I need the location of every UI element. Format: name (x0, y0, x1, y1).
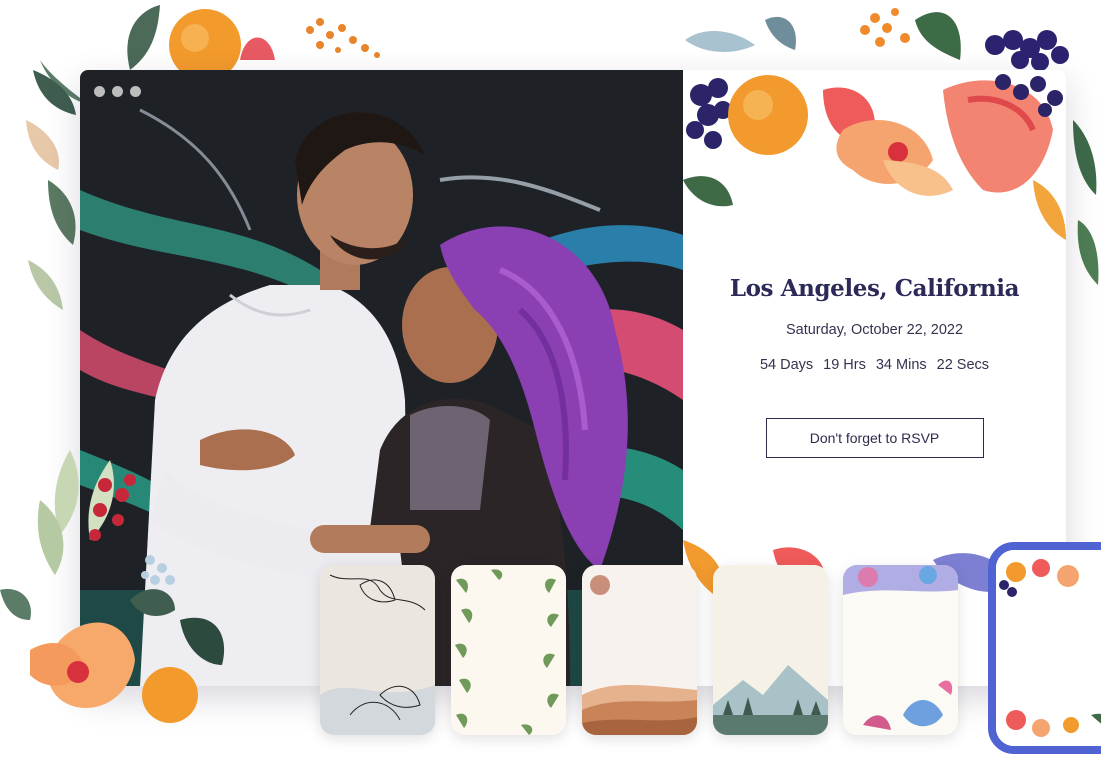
window-dot[interactable] (94, 86, 105, 97)
decor-right-leaves (1073, 120, 1099, 285)
countdown-hours: 19 Hrs (823, 357, 866, 373)
event-location-title: Los Angeles, California (729, 275, 1020, 302)
window-dot[interactable] (112, 86, 123, 97)
countdown-minutes: 34 Mins (875, 357, 927, 373)
template-card-succulent-watercolor[interactable] (843, 565, 958, 735)
countdown: 54 Days 19 Hrs 34 Mins 22 Secs (683, 357, 1066, 373)
decor-bottom-left-flowers (0, 450, 225, 723)
template-card-mountain-landscape[interactable] (713, 565, 828, 735)
template-card-floral-line-art[interactable] (320, 565, 435, 735)
rsvp-button[interactable]: Don't forget to RSVP (765, 418, 984, 458)
countdown-seconds: 22 Secs (936, 357, 990, 373)
event-date: Saturday, October 22, 2022 (785, 322, 964, 338)
countdown-days: 54 Days (759, 357, 814, 373)
event-details: Los Angeles, California Saturday, Octobe… (683, 275, 1066, 458)
window-controls (94, 86, 141, 97)
decor-left-leaves (26, 70, 76, 310)
template-card-greenery-border[interactable] (451, 565, 566, 735)
window-dot[interactable] (130, 86, 141, 97)
template-card-citrus-floral[interactable] (988, 542, 1101, 754)
template-card-desert-sunset[interactable] (582, 565, 697, 735)
